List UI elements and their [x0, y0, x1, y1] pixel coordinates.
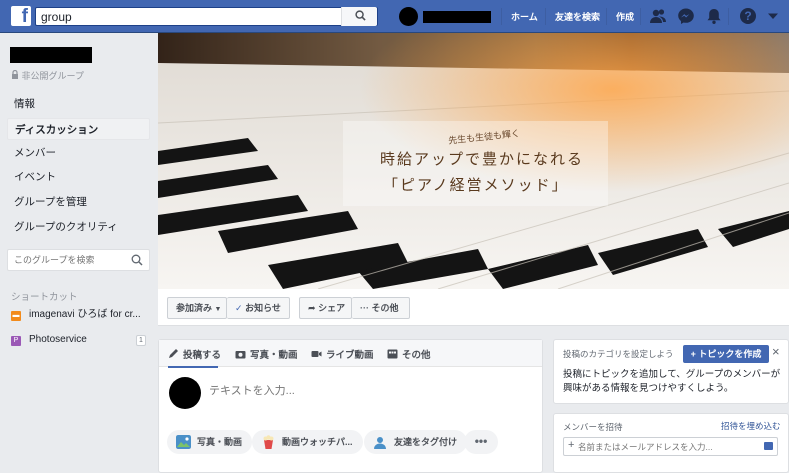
watch-party-button[interactable]: 動画ウォッチパ...: [252, 430, 363, 454]
tab-photo-video-label: 写真・動画: [250, 350, 298, 361]
close-icon[interactable]: ×: [772, 345, 784, 359]
sidebar-item-about[interactable]: 情報: [7, 93, 150, 115]
top-navigation-bar: f ホーム 友達を検索 作成 ?: [0, 0, 789, 33]
home-link[interactable]: ホーム: [511, 10, 538, 23]
user-avatar: [169, 377, 201, 409]
topic-card-body: 投稿にトピックを追加して、グループのメンバーが興味がある情報を見つけやすくしよう…: [563, 369, 781, 394]
group-search: [7, 249, 150, 271]
tab-create-post[interactable]: 投稿する: [168, 347, 221, 361]
sidebar-item-discussion[interactable]: ディスカッション: [7, 118, 150, 140]
find-friends-link[interactable]: 友達を検索: [555, 10, 600, 23]
post-composer: 投稿する 写真・動画 ライブ動画 その他 写真・動画 動画ウォッチパ... 友達…: [158, 339, 543, 473]
cover-headline-2: 「ピアノ経営メソッド」: [383, 176, 569, 194]
invite-title: メンバーを招待: [563, 422, 623, 432]
tag-friends-label: 友達をタグ付け: [394, 437, 458, 447]
invite-member-input[interactable]: [578, 438, 758, 455]
watch-party-label: 動画ウォッチパ...: [282, 437, 353, 447]
notifications-label: お知らせ: [245, 303, 281, 313]
imagenavi-icon: ▬: [11, 311, 21, 321]
profile-name-redacted[interactable]: [423, 11, 491, 23]
invite-input-box: +: [563, 437, 778, 456]
notifications-button[interactable]: ✓ お知らせ: [227, 297, 290, 319]
more-button[interactable]: ··· その他: [352, 297, 410, 319]
embed-invite-link[interactable]: 招待を埋め込む: [721, 420, 781, 432]
divider: [640, 8, 641, 25]
tab-create-post-label: 投稿する: [183, 350, 222, 361]
message-icon[interactable]: [764, 442, 773, 450]
share-button[interactable]: ➦ シェア: [299, 297, 352, 319]
tab-live-video[interactable]: ライブ動画: [311, 347, 374, 361]
chevron-down-icon: ▼: [214, 306, 222, 313]
check-icon: ✓: [235, 303, 243, 313]
cover-headline: 時給アップで豊かになれる: [380, 150, 585, 168]
divider: [501, 8, 502, 25]
shortcut-photoservice[interactable]: P Photoservice: [11, 332, 151, 348]
camera-icon: [235, 351, 246, 359]
facebook-logo[interactable]: f: [11, 6, 31, 26]
more-dots-icon: ···: [360, 303, 369, 313]
composer-more-button[interactable]: •••: [464, 430, 498, 454]
tag-friends-button[interactable]: 友達をタグ付け: [364, 430, 468, 454]
account-menu-chevron-icon[interactable]: [767, 10, 779, 22]
search-button[interactable]: [341, 7, 377, 26]
video-camera-icon: [311, 351, 322, 357]
privacy-text: 非公開グループ: [21, 71, 84, 81]
more-label: その他: [371, 303, 399, 313]
composer-tabs: 投稿する 写真・動画 ライブ動画 その他: [159, 340, 542, 367]
divider: [606, 8, 607, 25]
photo-video-label: 写真・動画: [197, 437, 243, 447]
create-link[interactable]: 作成: [616, 10, 634, 23]
tag-friend-icon: [374, 437, 386, 449]
help-icon[interactable]: ?: [739, 7, 757, 25]
group-action-bar: 参加済み ▼ ✓ お知らせ ➦ シェア ··· その他: [158, 289, 789, 326]
topic-card-title: 投稿のカテゴリを設定しよう: [563, 349, 674, 359]
grid-icon: [387, 349, 398, 359]
pencil-icon: [169, 349, 178, 358]
shortcut-count-badge: 1: [136, 335, 146, 346]
notifications-icon[interactable]: [705, 7, 723, 25]
share-arrow-icon: ➦: [308, 303, 316, 313]
svg-text:?: ?: [744, 9, 751, 23]
friend-requests-icon[interactable]: [649, 7, 667, 25]
search-icon[interactable]: [131, 254, 143, 266]
plus-icon: +: [568, 439, 575, 451]
group-search-input[interactable]: [8, 250, 123, 270]
lock-icon: [12, 69, 18, 79]
create-topic-button[interactable]: + トピックを作成: [683, 345, 769, 363]
topic-suggestion-card: 投稿のカテゴリを設定しよう + トピックを作成 × 投稿にトピックを追加して、グ…: [553, 339, 789, 404]
sidebar-item-members[interactable]: メンバー: [7, 142, 150, 164]
popcorn-icon: [263, 435, 274, 449]
shortcut-label: imagenavi ひろば for cr...: [29, 309, 141, 320]
group-cover-photo[interactable]: 先生も生徒も輝く 時給アップで豊かになれる 「ピアノ経営メソッド」: [158, 33, 789, 289]
share-label: シェア: [318, 303, 346, 313]
global-search-input[interactable]: [36, 8, 336, 25]
divider: [545, 8, 546, 25]
shortcut-imagenavi[interactable]: ▬ imagenavi ひろば for cr...: [11, 307, 151, 323]
search-icon: [355, 10, 366, 21]
photoservice-icon: P: [11, 336, 21, 346]
divider: [728, 8, 729, 25]
tab-more[interactable]: その他: [387, 347, 431, 361]
photo-video-button[interactable]: 写真・動画: [167, 430, 253, 454]
sidebar-item-manage-group[interactable]: グループを管理: [7, 191, 150, 213]
photo-icon: [176, 435, 191, 449]
sidebar-item-events[interactable]: イベント: [7, 166, 150, 188]
tab-more-label: その他: [402, 350, 431, 361]
global-search: [35, 7, 378, 26]
group-name-redacted[interactable]: [10, 47, 92, 63]
composer-text-input[interactable]: [209, 385, 509, 397]
tab-photo-video[interactable]: 写真・動画: [235, 347, 298, 361]
privacy-label: 非公開グループ: [11, 69, 84, 82]
joined-label: 参加済み: [176, 303, 213, 313]
tab-live-video-label: ライブ動画: [326, 350, 374, 361]
shortcuts-heading: ショートカット: [11, 292, 78, 303]
sidebar-item-group-quality[interactable]: グループのクオリティ: [7, 216, 150, 238]
joined-button[interactable]: 参加済み ▼: [167, 297, 227, 319]
active-tab-indicator: [168, 366, 218, 368]
messenger-icon[interactable]: [677, 7, 695, 25]
invite-members-card: メンバーを招待 招待を埋め込む +: [553, 413, 789, 473]
profile-avatar[interactable]: [399, 7, 418, 26]
